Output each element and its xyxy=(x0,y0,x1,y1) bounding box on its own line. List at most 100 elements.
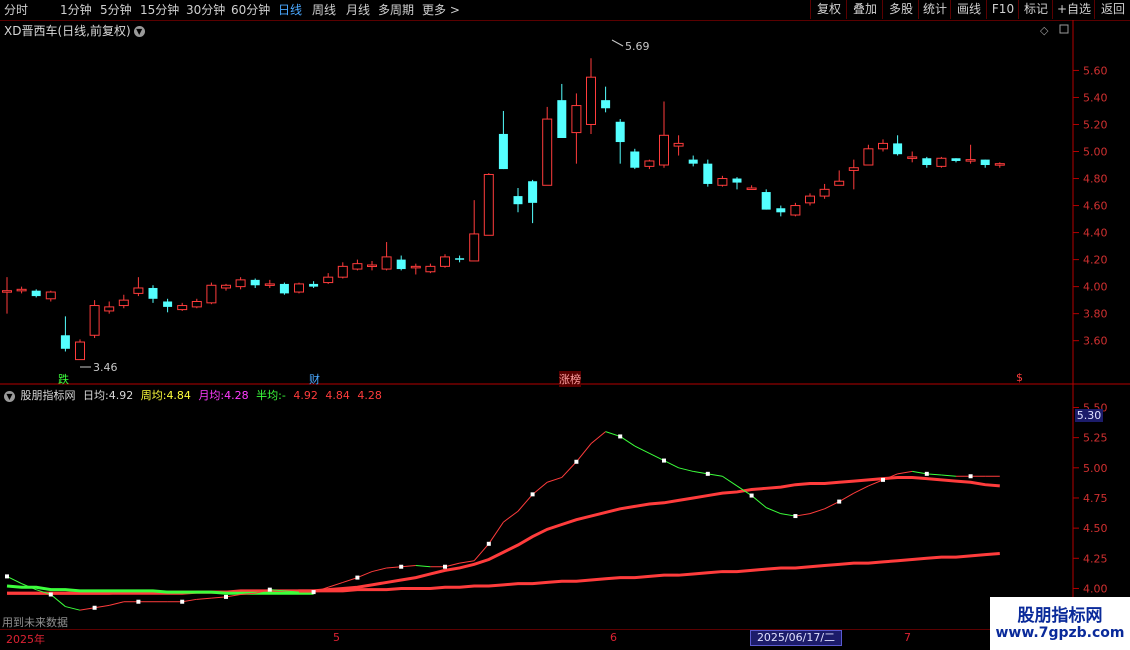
back-button[interactable]: 返回 xyxy=(1094,0,1130,19)
add-favorite-button[interactable]: +自选 xyxy=(1052,0,1095,19)
x-label-year: 2025年 xyxy=(6,633,45,646)
day-average-segment xyxy=(65,606,81,611)
day-value: 4.92 xyxy=(108,389,134,402)
candle-body xyxy=(994,163,1005,166)
tab-monthly[interactable]: 月线 xyxy=(346,2,370,18)
indicator-dropdown-icon[interactable]: ▼ xyxy=(4,390,15,402)
tab-more[interactable]: 更多 > xyxy=(422,2,460,18)
price-tick-label: 4.40 xyxy=(1083,227,1108,240)
mark-button[interactable]: 标记 xyxy=(1018,0,1053,19)
tab-multi-period[interactable]: 多周期 xyxy=(378,2,414,18)
tab-weekly[interactable]: 周线 xyxy=(312,2,336,18)
price-tick-label: 4.20 xyxy=(1083,254,1108,267)
limit-marker[interactable]: 涨榜 xyxy=(559,371,581,387)
day-average-point xyxy=(443,564,447,569)
day-average-point xyxy=(399,564,404,569)
s-marker[interactable]: $ xyxy=(1016,371,1023,384)
day-average-segment xyxy=(576,443,592,463)
chart-canvas[interactable]: ◇ 5.60 5.40 5.20 5.00 4.80 4.60 4.40 4.20 4.00 3.… xyxy=(0,20,1130,630)
x-label-may: 5 xyxy=(333,631,340,644)
candle-body xyxy=(279,283,289,294)
day-average-point xyxy=(311,590,316,595)
maximize-icon xyxy=(1059,24,1069,34)
tab-daily[interactable]: 日线 xyxy=(278,2,302,18)
candle-body xyxy=(805,195,815,204)
day-average-segment xyxy=(678,467,694,472)
candle-body xyxy=(528,181,538,203)
candle-body xyxy=(206,284,217,304)
day-average-segment xyxy=(225,593,241,598)
x-label-june: 6 xyxy=(610,631,617,644)
f10-button[interactable]: F10 xyxy=(986,0,1019,19)
candle-body xyxy=(557,100,567,138)
candle-body xyxy=(148,287,158,299)
overlay-button[interactable]: 叠加 xyxy=(846,0,883,19)
day-average-segment xyxy=(79,607,95,611)
candle-body xyxy=(31,290,41,297)
day-average-segment xyxy=(532,481,548,495)
stats-button[interactable]: 统计 xyxy=(918,0,951,19)
footer-note: 用到未来数据 xyxy=(2,616,68,629)
candle-body xyxy=(440,256,450,267)
candle-body xyxy=(309,283,319,287)
day-average-segment xyxy=(444,562,460,568)
day-average-segment xyxy=(941,474,957,477)
candle-body xyxy=(381,256,392,270)
candle-body xyxy=(191,300,202,308)
candle-body xyxy=(615,121,625,143)
indicator-ticks: 5.505.255.004.754.504.254.00 xyxy=(1073,401,1108,595)
candle-body xyxy=(586,76,596,125)
low-annotation: 3.46 xyxy=(93,361,118,374)
tab-60min[interactable]: 60分钟 xyxy=(231,2,270,18)
extra-value-1: 4.92 xyxy=(293,389,318,402)
candle-body xyxy=(703,163,713,184)
finance-marker[interactable]: 财 xyxy=(309,371,320,387)
price-tick-label: 5.20 xyxy=(1083,118,1108,131)
tab-fenshi[interactable]: 分时 xyxy=(4,2,28,18)
fuquan-button[interactable]: 复权 xyxy=(810,0,847,19)
candle-body xyxy=(776,208,786,213)
candle-body xyxy=(893,143,903,155)
candle-body xyxy=(118,299,129,307)
day-average-segment xyxy=(590,431,606,445)
watermark-title: 股朋指标网 xyxy=(1017,606,1103,626)
candle-body xyxy=(746,187,757,190)
day-average-segment xyxy=(722,475,738,487)
extra-value-3: 4.28 xyxy=(357,389,382,402)
tab-1min[interactable]: 1分钟 xyxy=(60,2,92,18)
day-average-segment xyxy=(634,445,650,454)
day-average-segment xyxy=(926,473,942,476)
day-average-segment xyxy=(328,581,343,588)
indicator-current-value: 5.30 xyxy=(1075,409,1103,422)
day-average-segment xyxy=(663,460,679,469)
indicator-name[interactable]: 股朋指标网 xyxy=(21,389,76,402)
candle-body xyxy=(89,305,100,336)
day-average-segment xyxy=(824,501,840,510)
candle-body xyxy=(396,259,406,270)
half-label: 半均: xyxy=(256,389,282,402)
candle-body xyxy=(965,159,976,162)
day-label: 日均: xyxy=(83,389,109,402)
candle-body xyxy=(264,283,275,286)
extra-value-2: 4.84 xyxy=(325,389,350,402)
draw-line-button[interactable]: 画线 xyxy=(950,0,987,19)
day-average-segment xyxy=(94,604,110,609)
fall-marker[interactable]: 跌 xyxy=(58,371,69,387)
price-tick-label: 4.80 xyxy=(1083,173,1108,186)
day-average-segment xyxy=(561,461,577,478)
tab-15min[interactable]: 15分钟 xyxy=(140,2,179,18)
candle-body xyxy=(571,105,582,134)
candle-body xyxy=(922,158,932,166)
multi-stock-button[interactable]: 多股 xyxy=(882,0,919,19)
candle-body xyxy=(2,290,12,293)
day-average-point xyxy=(837,499,842,504)
half-value: - xyxy=(281,389,286,402)
tab-5min[interactable]: 5分钟 xyxy=(100,2,132,18)
candle-body xyxy=(455,258,465,260)
candle-body xyxy=(250,279,260,286)
candle-body xyxy=(410,265,421,269)
tab-30min[interactable]: 30分钟 xyxy=(186,2,225,18)
indicator-tick-label: 5.00 xyxy=(1083,462,1108,475)
day-average-segment xyxy=(751,495,767,509)
day-average-point xyxy=(224,594,228,599)
